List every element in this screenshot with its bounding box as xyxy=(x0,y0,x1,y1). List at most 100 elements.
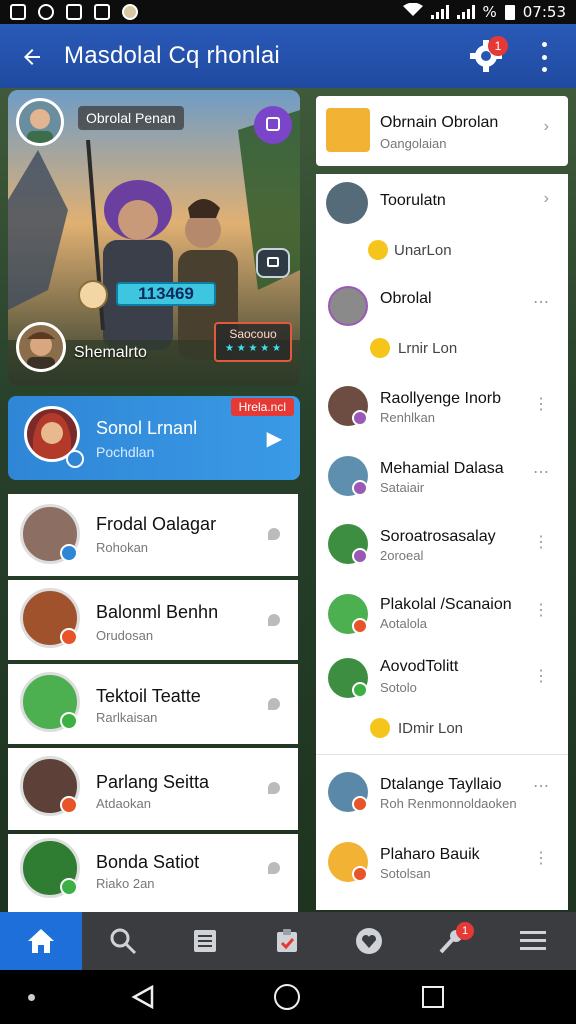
list-item[interactable]: Parlang Seitta Atdaokan xyxy=(8,748,298,830)
contact-name: Dtalange Tayllaio xyxy=(380,776,502,793)
status-dot xyxy=(60,628,78,646)
right-list-item[interactable]: AovodTolitt Sotolo ⋮ IDmir Lon xyxy=(316,652,568,752)
back-button[interactable] xyxy=(0,24,64,88)
back-nav-button[interactable] xyxy=(130,984,156,1015)
sync-icon xyxy=(38,4,54,20)
message-icon[interactable] xyxy=(268,782,280,794)
chevron-right-icon: › xyxy=(543,118,550,135)
more-vertical-icon[interactable]: ⋮ xyxy=(533,394,550,414)
chevron-right-icon: › xyxy=(543,190,550,207)
divider xyxy=(316,754,568,755)
wifi-icon xyxy=(402,2,423,21)
battery-icon xyxy=(504,4,515,20)
right-list-item[interactable]: Mehamial Dalasa Sataiair ⋯ xyxy=(316,448,568,510)
hero-action-button[interactable] xyxy=(254,106,292,144)
hero-top-label: Obrolal Penan xyxy=(78,106,184,130)
hero-tag-line-1: Saocouo xyxy=(229,327,277,341)
selected-badge: Hrela.ncl xyxy=(230,398,294,416)
list-item[interactable]: Bonda Satiot Riako 2an xyxy=(8,834,298,912)
contact-subtitle: Renhlkan xyxy=(380,410,435,425)
tab-heart[interactable] xyxy=(328,912,410,970)
camera-button[interactable] xyxy=(256,248,290,278)
hero-tag-line-2: ★ ★ ★ ★ ★ xyxy=(225,343,281,354)
contact-name: Obrolal xyxy=(380,290,432,307)
emoji-icon xyxy=(370,338,390,358)
more-horizontal-icon[interactable]: ⋯ xyxy=(533,776,550,796)
right-list-item[interactable]: Obrolal ⋯ Lrnir Lon xyxy=(316,278,568,374)
message-icon[interactable] xyxy=(268,698,280,710)
hero-score: 113469 xyxy=(116,282,216,306)
chat-icon xyxy=(266,117,280,131)
right-list-item[interactable]: Raollyenge Inorb Renhlkan ⋮ xyxy=(316,378,568,440)
tab-menu[interactable] xyxy=(492,912,574,970)
tab-microphone[interactable]: 1 xyxy=(410,912,492,970)
status-bar: % 07:53 xyxy=(0,0,576,24)
group-subtitle: Oangolaian xyxy=(380,136,447,151)
home-icon xyxy=(28,929,54,953)
list-item[interactable]: Frodal Oalagar Rohokan xyxy=(8,494,298,576)
more-vertical-icon[interactable]: ⋮ xyxy=(533,666,550,686)
clipboard-icon xyxy=(277,929,297,952)
search-icon xyxy=(110,928,137,955)
message-icon[interactable] xyxy=(268,862,280,874)
status-dot xyxy=(352,796,368,812)
more-button[interactable] xyxy=(532,42,556,72)
contact-name: Raollyenge Inorb xyxy=(380,390,501,407)
hero-bottom-name: Shemalrto xyxy=(74,344,147,361)
more-vertical-icon[interactable]: ⋮ xyxy=(533,532,550,552)
app-bar: Masdolal Cq rhonlai 1 xyxy=(0,24,576,88)
more-vertical-icon[interactable]: ⋮ xyxy=(533,848,550,868)
contact-subtitle: Atdaokan xyxy=(96,796,151,811)
right-list-item[interactable]: Soroatrosasalay 2oroeal ⋮ xyxy=(316,518,568,580)
contact-name: Balonml Benhn xyxy=(96,602,219,622)
hero-small-avatar xyxy=(78,280,108,310)
message-icon[interactable] xyxy=(268,614,280,626)
dot xyxy=(541,54,547,60)
contact-name: Parlang Seitta xyxy=(96,772,210,792)
status-dot xyxy=(352,618,368,634)
more-horizontal-icon[interactable]: ⋯ xyxy=(533,462,550,482)
hero-tag: Saocouo ★ ★ ★ ★ ★ xyxy=(214,322,292,362)
contact-subtitle: Orudosan xyxy=(96,628,154,643)
tab-list[interactable] xyxy=(164,912,246,970)
right-top-card[interactable]: Obrnain Obrolan Oangolaian › xyxy=(316,96,568,166)
hero-avatar xyxy=(16,98,64,146)
right-list-item[interactable]: Plaharo Bauik Sotolsan ⋮ xyxy=(316,834,568,902)
tab-clipboard[interactable] xyxy=(246,912,328,970)
selected-contact-card[interactable]: Sonol Lrnanl Pochdlan Hrela.ncl ▶ xyxy=(8,396,300,480)
message-icon[interactable] xyxy=(268,528,280,540)
home-nav-button[interactable] xyxy=(274,984,300,1010)
more-horizontal-icon[interactable]: ⋯ xyxy=(533,292,550,312)
tab-search[interactable] xyxy=(82,912,164,970)
more-vertical-icon[interactable]: ⋮ xyxy=(533,600,550,620)
status-dot xyxy=(60,544,78,562)
notification-badge: 1 xyxy=(488,36,508,56)
heart-icon xyxy=(356,928,382,954)
status-dot xyxy=(60,712,78,730)
photo-icon xyxy=(94,4,110,20)
selected-subtitle: Pochdlan xyxy=(96,444,155,460)
list-item[interactable]: Balonml Benhn Orudosan xyxy=(8,580,298,660)
contact-subtitle: Rarlkaisan xyxy=(96,710,158,725)
hero-card[interactable]: Obrolal Penan 113469 Shemalrto Saocouo ★… xyxy=(8,90,300,386)
recents-nav-button[interactable] xyxy=(422,986,444,1008)
signal-icon xyxy=(430,5,449,19)
right-list-item[interactable]: Plakolal /Scanaion Aotalola ⋮ xyxy=(316,588,568,648)
contact-subtitle: UnarLon xyxy=(394,242,452,259)
bottom-navigation: 1 xyxy=(0,912,576,970)
list-item[interactable]: Tektoil Teatte Rarlkaisan xyxy=(8,664,298,744)
status-dot xyxy=(352,682,368,698)
contact-subtitle: 2oroeal xyxy=(380,548,424,563)
triangle-back-icon xyxy=(131,984,154,1010)
right-second-card[interactable]: Toorulatn › UnarLon xyxy=(316,174,568,278)
dot xyxy=(541,67,547,72)
contact-name: AovodTolitt xyxy=(380,658,459,675)
contact-subtitle: Riako 2an xyxy=(96,876,155,891)
tab-home[interactable] xyxy=(0,912,82,970)
right-list-item[interactable]: Dtalange Tayllaio Roh Renmonnoldaoken ⋯ xyxy=(316,762,568,826)
contact-name: Soroatrosasalay xyxy=(380,528,496,545)
hero-bottom-avatar xyxy=(16,322,66,372)
menu-icon xyxy=(520,931,546,950)
camera-icon xyxy=(267,257,279,267)
arrow-left-icon xyxy=(20,39,44,72)
